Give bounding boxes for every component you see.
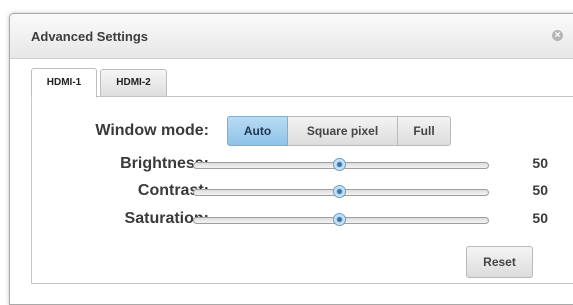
window-mode-auto-button[interactable]: Auto (227, 116, 288, 146)
contrast-value: 50 (532, 182, 548, 198)
saturation-label: Saturation: (124, 210, 209, 227)
saturation-value: 50 (532, 210, 548, 226)
screen: Advanced Settings × HDMI-1 HDMI-2 Window… (0, 0, 573, 305)
brightness-slider-thumb[interactable] (333, 158, 346, 171)
tab-panel: Window mode: Auto Square pixel Full Brig… (31, 96, 573, 284)
brightness-label: Brightness: (120, 155, 209, 172)
contrast-label: Contrast: (137, 182, 209, 199)
window-mode-full-button[interactable]: Full (398, 116, 451, 146)
tab-hdmi-1[interactable]: HDMI-1 (31, 68, 97, 98)
contrast-slider-thumb[interactable] (333, 185, 346, 198)
close-icon[interactable]: × (552, 30, 563, 41)
dialog-titlebar: Advanced Settings × (10, 14, 573, 59)
window-mode-label: Window mode: (95, 122, 209, 139)
saturation-slider[interactable] (193, 213, 489, 226)
window-mode-square-pixel-button[interactable]: Square pixel (288, 116, 398, 146)
dialog-title: Advanced Settings (31, 29, 149, 44)
advanced-settings-dialog: Advanced Settings × HDMI-1 HDMI-2 Window… (9, 13, 573, 305)
saturation-slider-thumb[interactable] (333, 213, 346, 226)
reset-button[interactable]: Reset (466, 246, 533, 278)
brightness-slider[interactable] (193, 158, 489, 171)
brightness-value: 50 (532, 155, 548, 171)
window-mode-selector: Auto Square pixel Full (227, 116, 451, 146)
contrast-slider[interactable] (193, 185, 489, 198)
tab-hdmi-2[interactable]: HDMI-2 (100, 69, 167, 97)
